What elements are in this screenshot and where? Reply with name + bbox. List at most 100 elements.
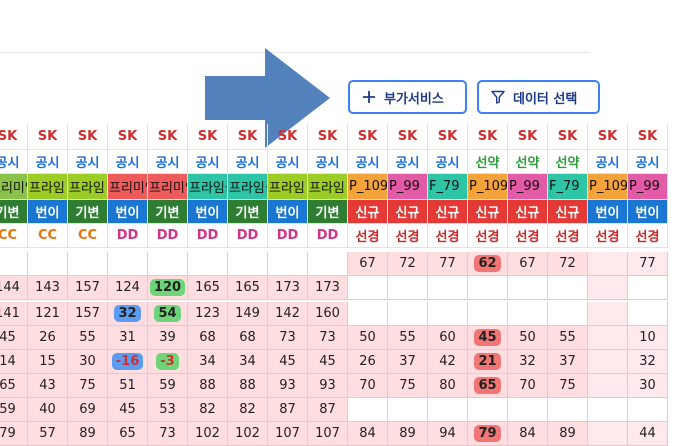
cell-carrier: SK — [548, 124, 588, 150]
cell-carrier: SK — [228, 124, 268, 150]
table-cell — [588, 398, 628, 422]
cell-value: 30 — [639, 378, 656, 393]
table-cell: 40 — [28, 398, 68, 422]
table-cell: 70 — [348, 374, 388, 398]
cell-value: 75 — [559, 378, 576, 393]
cell-value: -16 — [111, 353, 144, 370]
cell-value: 55 — [399, 330, 416, 345]
table-cell: 89 — [388, 422, 428, 446]
cell-value: 26 — [39, 330, 56, 345]
table-cell: 173 — [268, 276, 308, 300]
cell-value: 173 — [275, 280, 300, 295]
cell-kind: 공시 — [268, 150, 308, 174]
cell-code: 선경 — [348, 224, 388, 248]
table-cell: 75 — [68, 374, 108, 398]
cell-value: 124 — [115, 280, 140, 295]
cell-plan: 프라임 — [308, 174, 348, 200]
cell-value: 45 — [474, 329, 501, 346]
cell-plan: 프리미엄플러스 — [148, 174, 188, 200]
table-cell — [348, 302, 388, 326]
cell-code: 선경 — [428, 224, 468, 248]
cell-value: 45 — [0, 330, 16, 345]
cell-plan: 프라임플러스 — [228, 174, 268, 200]
cell-type: 기변 — [308, 200, 348, 224]
cell-value: 34 — [199, 354, 216, 369]
cell-code: DD — [308, 224, 348, 248]
cell-value: 165 — [195, 280, 220, 295]
cell-value: 72 — [399, 256, 416, 271]
table-cell: 21 — [468, 350, 508, 374]
table-cell: 123 — [188, 302, 228, 326]
data-select-button[interactable]: 데이터 선택 — [477, 80, 600, 114]
cell-value: 42 — [439, 354, 456, 369]
table-cell — [548, 276, 588, 300]
cell-type: 신규 — [388, 200, 428, 224]
cell-value: 43 — [39, 378, 56, 393]
table-cell: 107 — [308, 422, 348, 446]
table-cell: 45 — [308, 350, 348, 374]
cell-type: 번이 — [268, 200, 308, 224]
cell-value: 143 — [35, 280, 60, 295]
table-cell: 160 — [308, 302, 348, 326]
cell-code: 선경 — [588, 224, 628, 248]
cell-carrier: SK — [148, 124, 188, 150]
cell-type: 번이 — [28, 200, 68, 224]
table-cell: 165 — [188, 276, 228, 300]
table-cell: 124 — [108, 276, 148, 300]
table-cell — [388, 398, 428, 422]
cell-code: CC — [28, 224, 68, 248]
cell-value: 144 — [0, 280, 20, 295]
table-cell: 173 — [308, 276, 348, 300]
cell-kind: 공시 — [188, 150, 228, 174]
table-cell: 82 — [228, 398, 268, 422]
cell-value: 69 — [79, 402, 96, 417]
cell-kind: 공시 — [228, 150, 268, 174]
cell-kind: 공시 — [28, 150, 68, 174]
cell-value: 15 — [39, 354, 56, 369]
table-cell: 37 — [548, 350, 588, 374]
cell-value: 73 — [319, 330, 336, 345]
table-cell — [588, 350, 628, 374]
cell-carrier: SK — [0, 124, 28, 150]
table-cell — [588, 276, 628, 300]
cell-value: 88 — [239, 378, 256, 393]
table-cell: 88 — [228, 374, 268, 398]
cell-type: 신규 — [428, 200, 468, 224]
cell-value: 50 — [359, 330, 376, 345]
cell-code: 선경 — [628, 224, 668, 248]
addon-service-label: 부가서비스 — [384, 91, 444, 107]
table-cell: 89 — [68, 422, 108, 446]
table-cell: 53 — [148, 398, 188, 422]
table-cell — [68, 252, 108, 276]
cell-kind: 공시 — [388, 150, 428, 174]
cell-plan: 프리미엄플러스 — [0, 174, 28, 200]
table-cell: 57 — [28, 422, 68, 446]
cell-value: 21 — [474, 353, 501, 370]
cell-plan: F_79 — [548, 174, 588, 200]
cell-kind: 선약 — [508, 150, 548, 174]
cell-value: 32 — [519, 354, 536, 369]
cell-value: 123 — [195, 306, 220, 321]
table-cell: 55 — [548, 326, 588, 350]
cell-carrier: SK — [348, 124, 388, 150]
table-cell: 84 — [508, 422, 548, 446]
cell-plan: 프라임 — [68, 174, 108, 200]
table-cell: 144 — [0, 276, 28, 300]
cell-plan: F_79 — [428, 174, 468, 200]
cell-carrier: SK — [268, 124, 308, 150]
cell-value: 32 — [639, 354, 656, 369]
cell-code: DD — [188, 224, 228, 248]
table-cell: 14 — [0, 350, 28, 374]
cell-plan: P_109 — [588, 174, 628, 200]
addon-service-button[interactable]: 부가서비스 — [348, 80, 467, 114]
table-cell: 165 — [228, 276, 268, 300]
table-cell: 102 — [228, 422, 268, 446]
table-cell: 141 — [0, 302, 28, 326]
table-cell — [428, 398, 468, 422]
table-cell: 67 — [348, 252, 388, 276]
table-cell: 77 — [628, 252, 668, 276]
cell-code: 선경 — [388, 224, 428, 248]
cell-value: 55 — [559, 330, 576, 345]
table-cell — [508, 302, 548, 326]
cell-plan: P_99 — [508, 174, 548, 200]
